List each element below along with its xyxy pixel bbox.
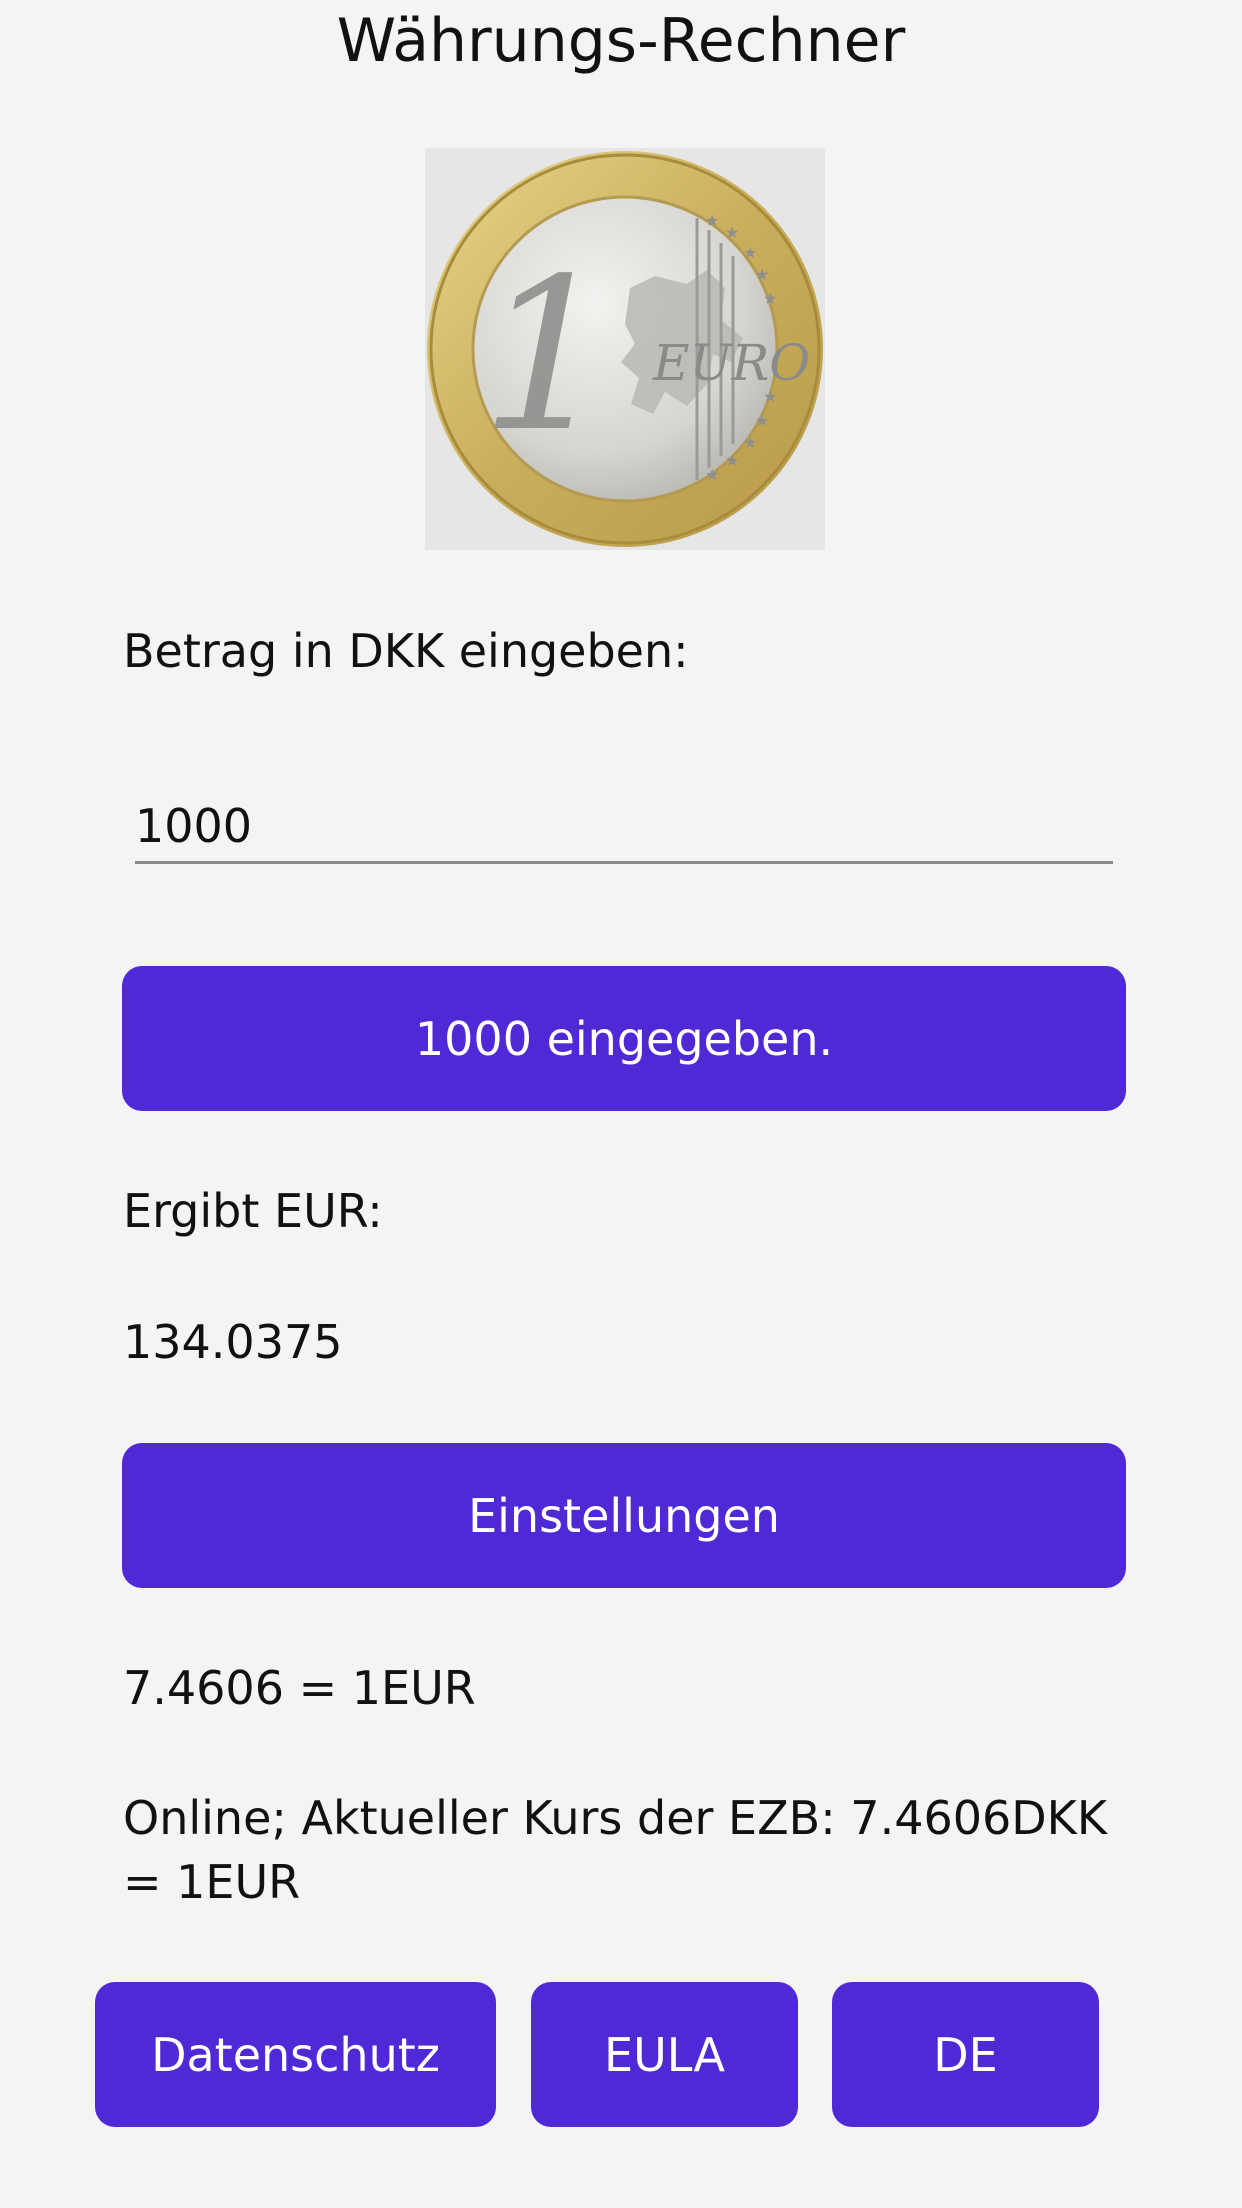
svg-text:★: ★ (725, 223, 739, 242)
svg-text:★: ★ (755, 411, 769, 430)
svg-text:EURO: EURO (652, 334, 810, 392)
language-button[interactable]: DE (832, 1982, 1099, 2127)
svg-text:★: ★ (743, 243, 757, 262)
settings-button[interactable]: Einstellungen (122, 1443, 1126, 1588)
online-status-text: Online; Aktueller Kurs der EZB: 7.4606DK… (123, 1791, 1108, 1909)
language-button-label: DE (933, 2027, 998, 2082)
svg-text:★: ★ (763, 289, 777, 308)
svg-text:★: ★ (725, 451, 739, 470)
eula-button-label: EULA (604, 2027, 725, 2082)
exchange-rate-text: 7.4606 = 1EUR (123, 1661, 476, 1715)
svg-text:★: ★ (755, 265, 769, 284)
svg-text:1: 1 (480, 233, 614, 478)
amount-label: Betrag in DKK eingeben: (123, 624, 689, 678)
privacy-button[interactable]: Datenschutz (95, 1982, 496, 2127)
result-value: 134.0375 (123, 1315, 343, 1369)
page-title: Währungs-Rechner (336, 6, 906, 76)
amount-input[interactable] (135, 790, 1113, 864)
result-label: Ergibt EUR: (123, 1184, 383, 1238)
svg-text:★: ★ (705, 211, 719, 230)
settings-button-label: Einstellungen (468, 1488, 780, 1543)
eula-button[interactable]: EULA (531, 1982, 798, 2127)
confirm-amount-button[interactable]: 1000 eingegeben. (122, 966, 1126, 1111)
svg-text:★: ★ (743, 433, 757, 452)
euro-coin-icon: ★ ★ ★ ★ ★ ★ ★ ★ ★ ★ 1 EURO (425, 148, 825, 550)
privacy-button-label: Datenschutz (151, 2027, 440, 2082)
svg-text:★: ★ (705, 465, 719, 484)
confirm-amount-button-label: 1000 eingegeben. (414, 1011, 834, 1066)
currency-converter-screen: Währungs-Rechner ★ ★ ★ ★ ★ ★ ★ ★ ★ ★ 1 E… (0, 0, 1242, 2208)
